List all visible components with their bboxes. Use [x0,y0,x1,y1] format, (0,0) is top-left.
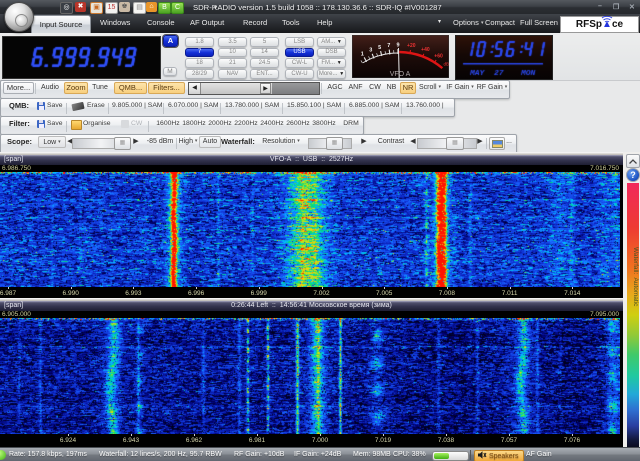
svg-text:+60: +60 [434,54,443,60]
svg-text:dB: dB [443,62,449,67]
svg-text:+20: +20 [407,43,416,49]
svg-text:3: 3 [369,48,372,54]
svg-text:9: 9 [396,43,399,49]
svg-text:7: 7 [387,43,390,49]
svg-text:+40: +40 [421,47,430,53]
svg-text:5: 5 [378,45,381,51]
svg-text:VFO A: VFO A [390,71,411,78]
svg-text:1: 1 [361,51,364,57]
